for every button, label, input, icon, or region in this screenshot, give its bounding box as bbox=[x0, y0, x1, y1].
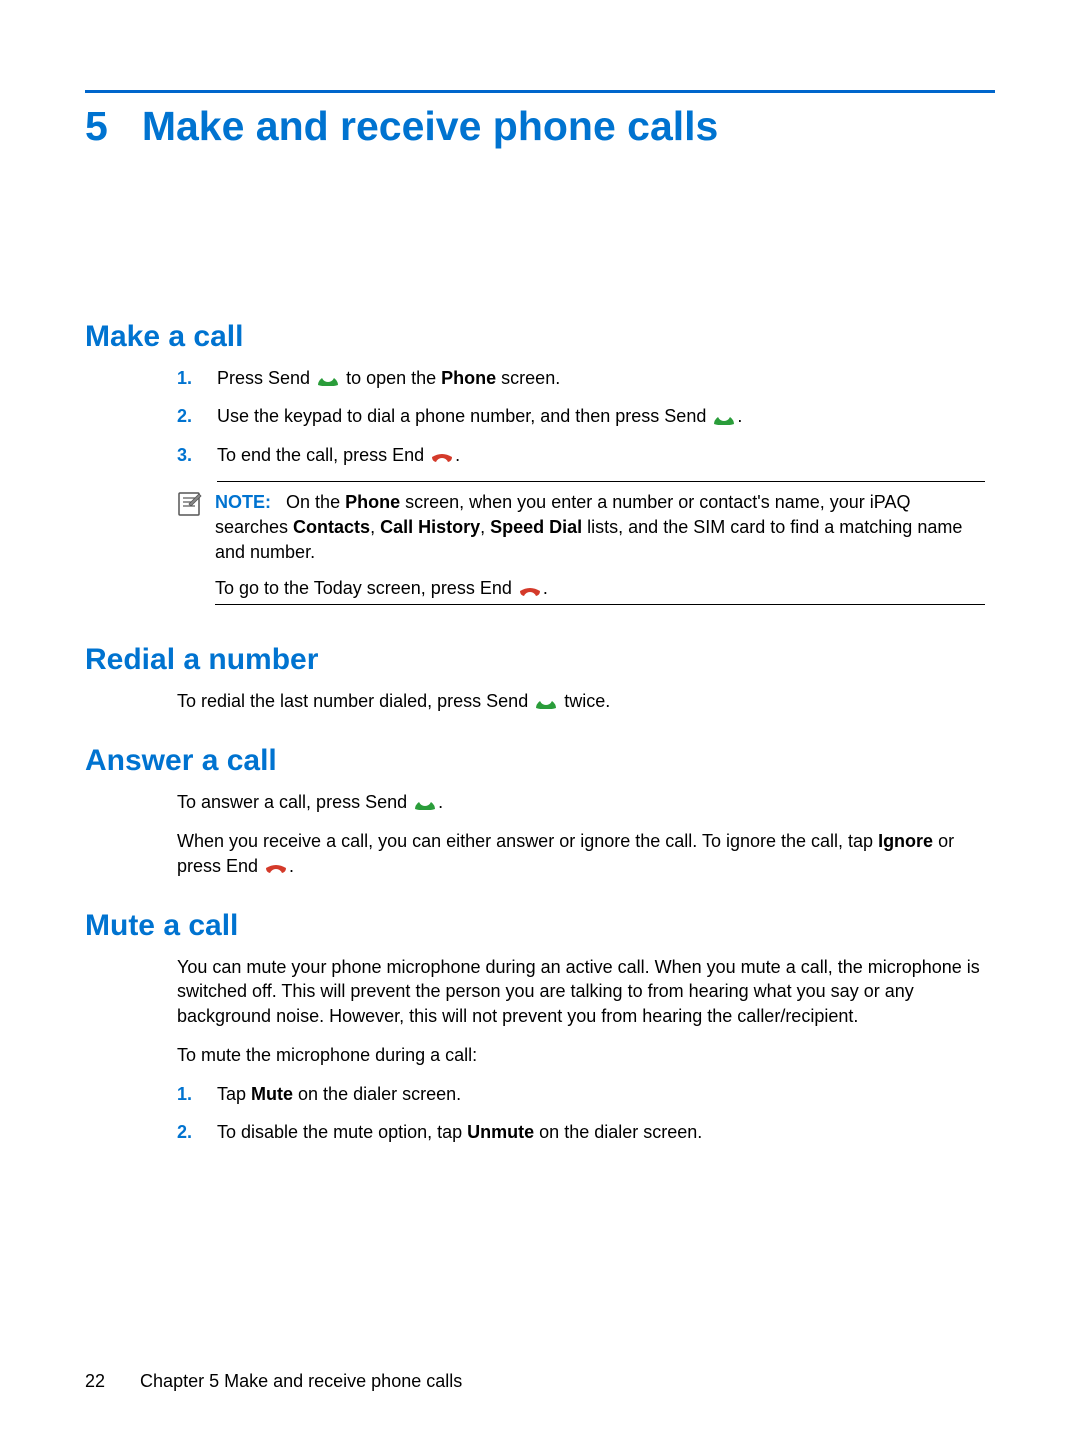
paragraph: When you receive a call, you can either … bbox=[177, 829, 985, 879]
end-icon bbox=[519, 583, 541, 597]
note-sub-text: . bbox=[543, 578, 548, 598]
step-text: . bbox=[455, 445, 460, 465]
para-text: . bbox=[438, 792, 443, 812]
step-text: on the dialer screen. bbox=[534, 1122, 702, 1142]
chapter-number: 5 bbox=[85, 103, 108, 150]
note-box: NOTE: On the Phone screen, when you ente… bbox=[177, 481, 985, 609]
step-text: on the dialer screen. bbox=[293, 1084, 461, 1104]
para-text: When you receive a call, you can either … bbox=[177, 831, 878, 851]
steps-make-a-call: Press Send to open the Phone screen. Use… bbox=[177, 366, 985, 467]
send-icon bbox=[317, 372, 339, 386]
list-item: Press Send to open the Phone screen. bbox=[177, 366, 985, 390]
chapter-name: Make and receive phone calls bbox=[142, 103, 719, 150]
note-text: , bbox=[480, 517, 490, 537]
note-text-bold: Speed Dial bbox=[490, 517, 582, 537]
section-body-mute: You can mute your phone microphone durin… bbox=[177, 955, 985, 1145]
send-icon bbox=[414, 796, 436, 810]
end-icon bbox=[431, 449, 453, 463]
note-icon bbox=[177, 492, 203, 516]
note-text: , bbox=[370, 517, 380, 537]
paragraph: You can mute your phone microphone durin… bbox=[177, 955, 985, 1029]
section-heading-make-a-call: Make a call bbox=[85, 320, 995, 354]
para-text-bold: Ignore bbox=[878, 831, 933, 851]
step-text: To disable the mute option, tap bbox=[217, 1122, 467, 1142]
list-item: To disable the mute option, tap Unmute o… bbox=[177, 1120, 985, 1144]
para-text: . bbox=[289, 856, 294, 876]
section-heading-redial: Redial a number bbox=[85, 643, 995, 677]
para-text: To redial the last number dialed, press … bbox=[177, 691, 533, 711]
note-top-rule bbox=[217, 481, 985, 482]
paragraph: To redial the last number dialed, press … bbox=[177, 689, 985, 714]
note-text-bold: Contacts bbox=[293, 517, 370, 537]
step-text: Tap bbox=[217, 1084, 251, 1104]
step-text: . bbox=[737, 406, 742, 426]
document-page: 5 Make and receive phone calls Make a ca… bbox=[0, 0, 1080, 1144]
paragraph: To mute the microphone during a call: bbox=[177, 1043, 985, 1068]
note-text-bold: Call History bbox=[380, 517, 480, 537]
list-item: Use the keypad to dial a phone number, a… bbox=[177, 404, 985, 428]
send-icon bbox=[713, 411, 735, 425]
section-body-answer: To answer a call, press Send . When you … bbox=[177, 790, 985, 878]
step-text-bold: Unmute bbox=[467, 1122, 534, 1142]
note-text-bold: Phone bbox=[345, 492, 400, 512]
note-content: NOTE: On the Phone screen, when you ente… bbox=[215, 490, 985, 605]
chapter-title: 5 Make and receive phone calls bbox=[85, 103, 995, 150]
note-subparagraph: To go to the Today screen, press End . bbox=[215, 576, 985, 605]
list-item: Tap Mute on the dialer screen. bbox=[177, 1082, 985, 1106]
para-text: twice. bbox=[559, 691, 610, 711]
steps-mute: Tap Mute on the dialer screen. To disabl… bbox=[177, 1082, 985, 1145]
step-text-bold: Mute bbox=[251, 1084, 293, 1104]
list-item: To end the call, press End . bbox=[177, 443, 985, 467]
page-number: 22 bbox=[85, 1371, 105, 1391]
step-text: To end the call, press End bbox=[217, 445, 429, 465]
page-footer: 22 Chapter 5 Make and receive phone call… bbox=[85, 1371, 462, 1392]
end-icon bbox=[265, 860, 287, 874]
step-text: screen. bbox=[496, 368, 560, 388]
section-body-make-a-call: Press Send to open the Phone screen. Use… bbox=[177, 366, 985, 609]
paragraph: To answer a call, press Send . bbox=[177, 790, 985, 815]
section-body-redial: To redial the last number dialed, press … bbox=[177, 689, 985, 714]
section-heading-mute: Mute a call bbox=[85, 909, 995, 943]
send-icon bbox=[535, 695, 557, 709]
step-text: Use the keypad to dial a phone number, a… bbox=[217, 406, 711, 426]
step-text: Press Send bbox=[217, 368, 315, 388]
note-text: On the bbox=[286, 492, 345, 512]
footer-chapter-label: Chapter 5 Make and receive phone calls bbox=[140, 1371, 462, 1391]
note-label: NOTE: bbox=[215, 492, 271, 512]
step-text: to open the bbox=[341, 368, 441, 388]
para-text: To answer a call, press Send bbox=[177, 792, 412, 812]
note-sub-text: To go to the Today screen, press End bbox=[215, 578, 517, 598]
step-text-bold: Phone bbox=[441, 368, 496, 388]
section-heading-answer: Answer a call bbox=[85, 744, 995, 778]
chapter-top-rule bbox=[85, 90, 995, 93]
